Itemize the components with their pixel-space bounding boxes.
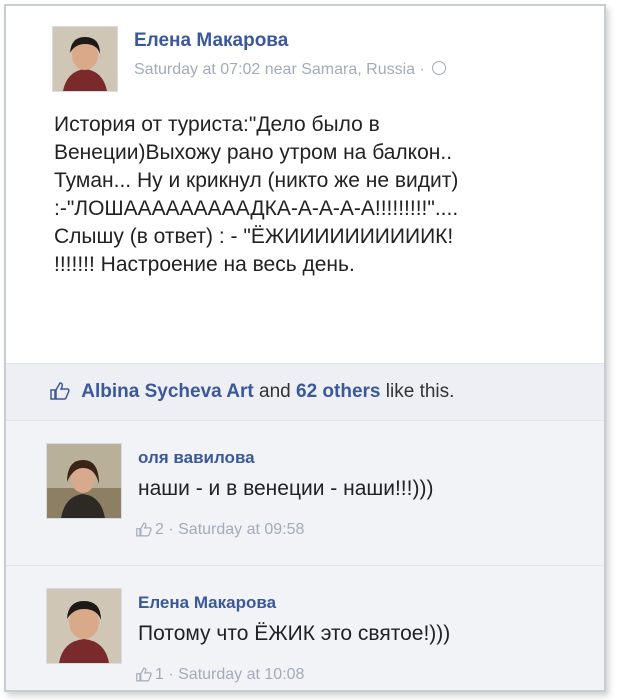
post-text-line: :-"ЛОШАААААААААДКА-А-А-А-А!!!!!!!!!".... — [54, 197, 459, 220]
others-link[interactable]: 62 others — [296, 381, 380, 402]
commenter-avatar[interactable] — [46, 443, 122, 519]
comment-meta: 2 · Saturday at 09:58 — [136, 521, 304, 539]
thumbs-up-icon[interactable] — [136, 522, 152, 537]
comment-meta: 1 · Saturday at 10:08 — [136, 666, 304, 684]
facebook-post-card: Елена Макарова Saturday at 07:02 near Sa… — [4, 4, 606, 692]
comment-author[interactable]: Елена Макарова — [138, 593, 276, 613]
thumbs-up-icon — [50, 382, 70, 400]
post-text: История от туриста:"Дело было в Венеции)… — [54, 111, 589, 279]
comment: Елена Макарова Потому что ЁЖИК это свято… — [6, 566, 604, 690]
globe-icon — [432, 61, 447, 75]
author-avatar[interactable] — [52, 26, 118, 92]
post-text-line: Туман... Ну и крикнул (никто же не видит… — [54, 169, 459, 192]
post-text-line: Слышу (в ответ) : - "ЁЖИИИИИИИИИИК! — [54, 225, 454, 248]
comment-like-count[interactable]: 1 — [155, 666, 164, 683]
likes-and-text: and — [253, 381, 297, 402]
post-timestamp-location[interactable]: Saturday at 07:02 near Samara, Russia · — [134, 61, 425, 78]
comment-text: наши - и в венеции - наши!!!))) — [138, 477, 434, 500]
post-text-line: !!!!!!! Настроение на весь день. — [54, 253, 355, 276]
liker-name-link[interactable]: Albina Sycheva Art — [81, 381, 253, 402]
post-text-line: Венеции)Выхожу рано утром на балкон.. — [54, 141, 453, 164]
post-text-line: История от туриста:"Дело было в — [54, 113, 380, 136]
post-author[interactable]: Елена Макарова — [134, 30, 288, 52]
comment: оля вавилова наши - и в венеции - наши!!… — [6, 421, 604, 566]
comment-like-count[interactable]: 2 — [155, 521, 164, 538]
comment-text: Потому что ЁЖИК это святое!))) — [138, 622, 451, 645]
likes-suffix-text: like this. — [380, 381, 455, 402]
post: Елена Макарова Saturday at 07:02 near Sa… — [6, 6, 604, 362]
post-meta: Saturday at 07:02 near Samara, Russia · — [134, 61, 447, 79]
comment-author[interactable]: оля вавилова — [138, 448, 255, 468]
comment-timestamp[interactable]: · Saturday at 10:08 — [168, 666, 304, 683]
likes-summary: Albina Sycheva Art and 62 others like th… — [6, 363, 604, 421]
comment-timestamp[interactable]: · Saturday at 09:58 — [168, 521, 304, 538]
commenter-avatar[interactable] — [46, 588, 122, 664]
thumbs-up-icon[interactable] — [136, 667, 152, 682]
